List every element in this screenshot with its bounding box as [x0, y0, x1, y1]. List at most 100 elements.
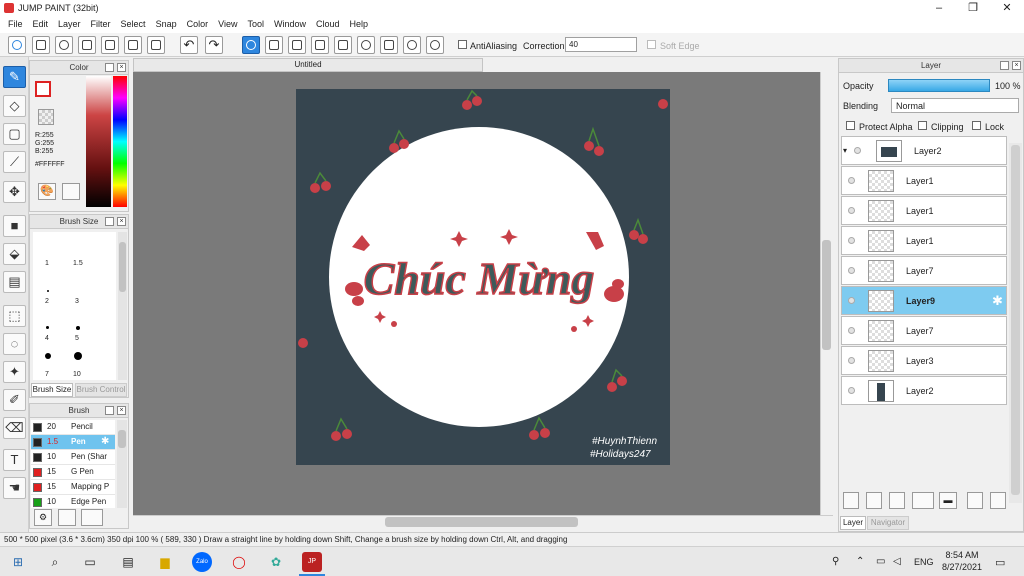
- page-icon[interactable]: [124, 36, 142, 54]
- snap-circle-icon[interactable]: [357, 36, 375, 54]
- size-2[interactable]: 2: [45, 298, 49, 305]
- layer-visibility-icon[interactable]: [848, 327, 855, 334]
- bucket-tool-icon[interactable]: ⬙: [3, 243, 26, 265]
- clock-time[interactable]: 8:54 AM: [942, 550, 982, 560]
- select-rect-tool-icon[interactable]: ⬚: [3, 305, 26, 327]
- undo-icon[interactable]: ↶: [180, 36, 198, 54]
- layer-visibility-icon[interactable]: [848, 177, 855, 184]
- layer-visibility-icon[interactable]: [848, 237, 855, 244]
- layer-settings-gear-icon[interactable]: ✱: [992, 293, 1003, 309]
- snap-parallel-icon[interactable]: [265, 36, 283, 54]
- hue-slider[interactable]: [113, 76, 127, 207]
- network-icon[interactable]: ▭: [876, 556, 885, 567]
- transparent-color-swatch[interactable]: [38, 109, 54, 125]
- tab-brush-size[interactable]: Brush Size: [31, 383, 73, 397]
- new-layer-1bit-icon[interactable]: [889, 492, 905, 509]
- menu-cloud[interactable]: Cloud: [311, 17, 345, 33]
- document-icon[interactable]: [101, 36, 119, 54]
- tab-layer[interactable]: Layer: [840, 516, 866, 530]
- layer-row[interactable]: Layer9 ✱: [841, 286, 1007, 315]
- merge-layer-icon[interactable]: [990, 492, 1006, 509]
- brush-settings-gear-icon[interactable]: ✱: [101, 436, 109, 447]
- folder-expand-icon[interactable]: ▾: [843, 146, 847, 155]
- menu-window[interactable]: Window: [269, 17, 311, 33]
- eraser-tool-icon[interactable]: ◇: [3, 95, 26, 117]
- people-icon[interactable]: ⚲: [832, 556, 839, 567]
- size-5[interactable]: 5: [75, 335, 79, 342]
- size-3[interactable]: 3: [75, 298, 79, 305]
- vertical-scroll-thumb[interactable]: [822, 240, 831, 350]
- notification-icon[interactable]: ▭: [995, 556, 1005, 569]
- snap-grid-icon[interactable]: [288, 36, 306, 54]
- text-tool-icon[interactable]: T: [3, 449, 26, 471]
- close-button[interactable]: ✕: [990, 0, 1024, 17]
- brush-item[interactable]: 10 Pen (Shar: [31, 450, 115, 465]
- snap-radial-icon[interactable]: [334, 36, 352, 54]
- grid-icon[interactable]: [147, 36, 165, 54]
- brush-item[interactable]: 15 Mapping P: [31, 480, 115, 495]
- new-layer-icon[interactable]: [843, 492, 859, 509]
- select-pen-tool-icon[interactable]: ✐: [3, 389, 26, 411]
- brush-list-scrollbar[interactable]: [117, 420, 127, 508]
- fill-rect-tool-icon[interactable]: ■: [3, 215, 26, 237]
- new-brush-icon[interactable]: [58, 509, 76, 526]
- tab-navigator[interactable]: Navigator: [867, 516, 909, 530]
- panel-close-icon[interactable]: ×: [117, 63, 126, 72]
- brush-size-scrollbar[interactable]: [118, 232, 127, 380]
- menu-edit[interactable]: Edit: [28, 17, 54, 33]
- horizontal-scroll-thumb[interactable]: [385, 517, 578, 527]
- menu-file[interactable]: File: [3, 17, 28, 33]
- brush-menu-icon[interactable]: [81, 509, 103, 526]
- saturation-value-picker[interactable]: [86, 76, 111, 207]
- folder-icon[interactable]: ▬: [939, 492, 957, 509]
- layer-visibility-icon[interactable]: [848, 387, 855, 394]
- snap-vanishing-icon[interactable]: [311, 36, 329, 54]
- gradient-tool-icon[interactable]: ▤: [3, 271, 26, 293]
- layer-visibility-icon[interactable]: [848, 297, 855, 304]
- size-7[interactable]: 7: [45, 371, 49, 378]
- search-icon[interactable]: ⌕: [45, 552, 65, 572]
- layer-list-scrollbar[interactable]: [1009, 143, 1022, 503]
- snap-curve-icon[interactable]: [380, 36, 398, 54]
- size-1-5[interactable]: 1.5: [73, 260, 83, 267]
- menu-select[interactable]: Select: [116, 17, 151, 33]
- brush-item[interactable]: 20 Pencil: [31, 420, 115, 435]
- file-explorer-icon[interactable]: ▆: [155, 552, 175, 572]
- rect-tool-icon[interactable]: ▢: [3, 123, 26, 145]
- word-icon[interactable]: ▤: [118, 552, 138, 572]
- panel-close-icon[interactable]: ×: [117, 406, 126, 415]
- panel-float-icon[interactable]: [105, 217, 114, 226]
- panel-float-icon[interactable]: [1000, 61, 1009, 70]
- size-4[interactable]: 4: [45, 335, 49, 342]
- chat-icon[interactable]: [78, 36, 96, 54]
- magic-wand-tool-icon[interactable]: ✦: [3, 361, 26, 383]
- brush-item[interactable]: 1.5 Pen ✱: [31, 435, 115, 450]
- new-layer-8bit-icon[interactable]: [866, 492, 882, 509]
- opera-icon[interactable]: ◯: [229, 552, 249, 572]
- duplicate-layer-icon[interactable]: [967, 492, 983, 509]
- maximize-button[interactable]: ❐: [956, 0, 990, 17]
- blending-select[interactable]: Normal: [891, 98, 1019, 113]
- comment-icon[interactable]: [55, 36, 73, 54]
- tray-expand-icon[interactable]: ⌃: [856, 556, 864, 567]
- layer-row[interactable]: Layer2: [841, 376, 1007, 405]
- panel-close-icon[interactable]: ×: [1012, 61, 1021, 70]
- layer-type-dropdown[interactable]: [912, 492, 934, 509]
- color-history-icon[interactable]: [62, 183, 80, 200]
- layer-row[interactable]: Layer7: [841, 316, 1007, 345]
- lasso-tool-icon[interactable]: ◌: [3, 333, 26, 355]
- lock-checkbox[interactable]: [972, 121, 981, 130]
- cloud-sync-icon[interactable]: [8, 36, 26, 54]
- redo-icon[interactable]: ↷: [205, 36, 223, 54]
- palette-icon[interactable]: 🎨: [38, 183, 56, 200]
- layer-row[interactable]: Layer1: [841, 196, 1007, 225]
- start-menu-icon[interactable]: ⊞: [8, 552, 28, 572]
- soft-edge-checkbox[interactable]: [647, 40, 656, 49]
- layer-row[interactable]: Layer1: [841, 166, 1007, 195]
- layer-row[interactable]: Layer7: [841, 256, 1007, 285]
- panel-close-icon[interactable]: ×: [117, 217, 126, 226]
- layer-visibility-icon[interactable]: [848, 267, 855, 274]
- size-10[interactable]: 10: [73, 371, 81, 378]
- zalo-icon[interactable]: Zalo: [192, 552, 212, 572]
- layer-row[interactable]: ▾ Layer2: [841, 136, 1007, 165]
